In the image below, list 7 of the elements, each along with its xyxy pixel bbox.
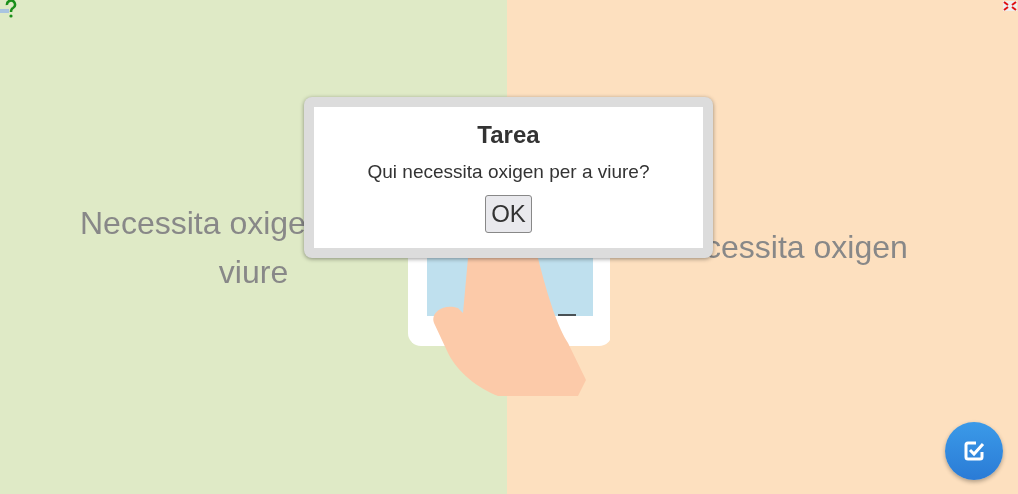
help-icon[interactable] [0,0,18,18]
dialog-title: Tarea [477,121,540,149]
fullscreen-icon[interactable] [1003,1,1017,11]
dialog-message: Qui necessita oxigen per a viure? [367,161,650,183]
ok-button[interactable]: OK [485,195,532,233]
zone-label: viure [218,253,289,292]
checkbox-icon [962,439,986,463]
